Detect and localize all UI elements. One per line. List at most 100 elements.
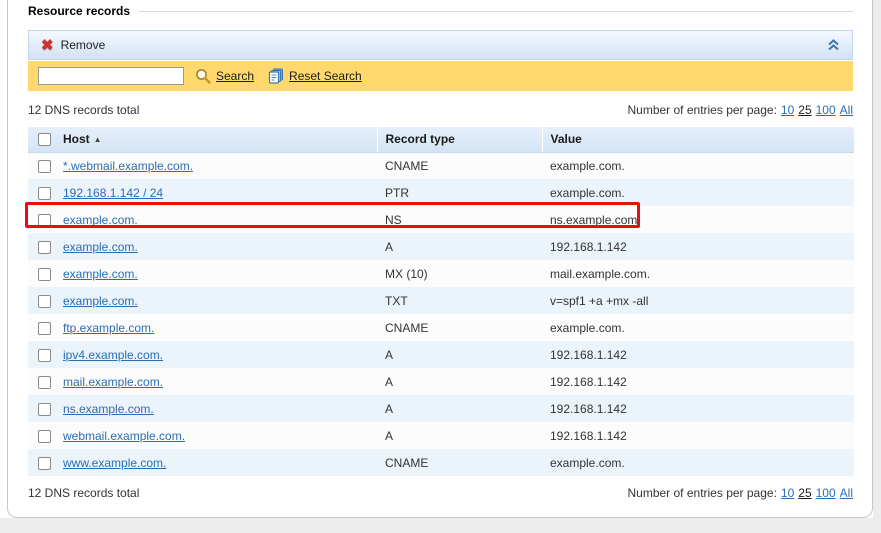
- right-scrollbar-track: [873, 0, 881, 533]
- value-cell: v=spf1 +a +mx -all: [542, 287, 854, 314]
- value-cell: ns.example.com.: [542, 206, 854, 233]
- value-cell: example.com.: [542, 179, 854, 206]
- value-cell: example.com.: [542, 449, 854, 476]
- page-size-option-100[interactable]: 100: [816, 103, 836, 117]
- table-row: ns.example.com. A 192.168.1.142: [28, 395, 854, 422]
- list-meta-top: 12 DNS records total Number of entries p…: [28, 103, 853, 117]
- row-checkbox[interactable]: [38, 214, 51, 227]
- host-cell: example.com.: [60, 260, 377, 287]
- host-link[interactable]: mail.example.com.: [63, 375, 163, 389]
- row-checkbox-cell: [28, 422, 60, 449]
- pagination-top: Number of entries per page: 10 25 100 All: [627, 103, 853, 117]
- row-checkbox[interactable]: [38, 160, 51, 173]
- reset-search-link[interactable]: Reset Search: [268, 68, 362, 84]
- page-size-option-10[interactable]: 10: [781, 103, 794, 117]
- row-checkbox-cell: [28, 314, 60, 341]
- page-size-option-25[interactable]: 25: [798, 103, 811, 117]
- record-type-cell: A: [377, 341, 542, 368]
- select-all-cell: [28, 127, 60, 152]
- table-row: example.com. MX (10) mail.example.com.: [28, 260, 854, 287]
- row-checkbox-cell: [28, 341, 60, 368]
- row-checkbox-cell: [28, 368, 60, 395]
- pagination-options: 10 25 100 All: [777, 103, 853, 117]
- row-checkbox[interactable]: [38, 457, 51, 470]
- table-row: webmail.example.com. A 192.168.1.142: [28, 422, 854, 449]
- row-checkbox-cell: [28, 233, 60, 260]
- host-link[interactable]: example.com.: [63, 267, 138, 281]
- pagination-options: 10 25 100 All: [777, 486, 853, 500]
- table-row: example.com. NS ns.example.com.: [28, 206, 854, 233]
- host-cell: example.com.: [60, 233, 377, 260]
- column-header-record-type[interactable]: Record type: [377, 127, 542, 152]
- page-size-option-10[interactable]: 10: [781, 486, 794, 500]
- row-checkbox[interactable]: [38, 268, 51, 281]
- section-title-row: Resource records: [28, 4, 853, 18]
- table-header-row: Host▲ Record type Value: [28, 127, 854, 152]
- value-cell: mail.example.com.: [542, 260, 854, 287]
- row-checkbox[interactable]: [38, 403, 51, 416]
- record-type-cell: MX (10): [377, 260, 542, 287]
- pagination-bottom: Number of entries per page:1025100All: [627, 486, 853, 500]
- row-checkbox-cell: [28, 449, 60, 476]
- toolbar: ✖ Remove: [28, 30, 853, 60]
- record-type-cell: NS: [377, 206, 542, 233]
- row-checkbox[interactable]: [38, 322, 51, 335]
- row-checkbox[interactable]: [38, 295, 51, 308]
- column-header-value[interactable]: Value: [542, 127, 854, 152]
- value-cell: 192.168.1.142: [542, 422, 854, 449]
- search-link[interactable]: Search: [195, 68, 254, 84]
- row-checkbox-cell: [28, 179, 60, 206]
- table-row: 192.168.1.142 / 24 PTR example.com.: [28, 179, 854, 206]
- page-size-option-100[interactable]: 100: [816, 486, 836, 500]
- remove-button[interactable]: ✖ Remove: [41, 38, 105, 53]
- host-link[interactable]: ftp.example.com.: [63, 321, 154, 335]
- host-link[interactable]: example.com.: [63, 213, 138, 227]
- resource-records-panel: Resource records ✖ Remove: [7, 0, 873, 518]
- page-size-option-25[interactable]: 25: [798, 486, 811, 500]
- host-link[interactable]: ns.example.com.: [63, 402, 154, 416]
- host-link[interactable]: www.example.com.: [63, 456, 166, 470]
- reset-search-link-label: Reset Search: [289, 69, 362, 83]
- row-checkbox[interactable]: [38, 241, 51, 254]
- record-type-cell: CNAME: [377, 152, 542, 179]
- row-checkbox[interactable]: [38, 187, 51, 200]
- list-meta-bottom: 12 DNS records total Number of entries p…: [28, 486, 853, 500]
- search-input[interactable]: [38, 67, 184, 85]
- table-row: ipv4.example.com. A 192.168.1.142: [28, 341, 854, 368]
- record-type-cell: PTR: [377, 179, 542, 206]
- host-cell: mail.example.com.: [60, 368, 377, 395]
- host-link[interactable]: ipv4.example.com.: [63, 348, 163, 362]
- sort-asc-icon: ▲: [94, 135, 102, 144]
- value-cell: 192.168.1.142: [542, 341, 854, 368]
- page-size-option-all[interactable]: All: [840, 103, 853, 117]
- host-link[interactable]: webmail.example.com.: [63, 429, 185, 443]
- host-link[interactable]: 192.168.1.142 / 24: [63, 186, 163, 200]
- table-row: www.example.com. CNAME example.com.: [28, 449, 854, 476]
- row-checkbox[interactable]: [38, 376, 51, 389]
- row-checkbox[interactable]: [38, 349, 51, 362]
- reset-pages-icon: [268, 68, 284, 84]
- row-checkbox-cell: [28, 260, 60, 287]
- host-link[interactable]: example.com.: [63, 240, 138, 254]
- host-cell: ftp.example.com.: [60, 314, 377, 341]
- host-cell: 192.168.1.142 / 24: [60, 179, 377, 206]
- host-cell: ipv4.example.com.: [60, 341, 377, 368]
- row-checkbox-cell: [28, 152, 60, 179]
- value-cell: 192.168.1.142: [542, 233, 854, 260]
- select-all-checkbox[interactable]: [38, 133, 51, 146]
- host-cell: ns.example.com.: [60, 395, 377, 422]
- table-row: *.webmail.example.com. CNAME example.com…: [28, 152, 854, 179]
- table-row: ftp.example.com. CNAME example.com.: [28, 314, 854, 341]
- page-size-option-all[interactable]: All: [840, 486, 853, 500]
- value-cell: example.com.: [542, 314, 854, 341]
- row-checkbox[interactable]: [38, 430, 51, 443]
- page: Resource records ✖ Remove: [0, 0, 881, 533]
- host-cell: webmail.example.com.: [60, 422, 377, 449]
- host-link[interactable]: example.com.: [63, 294, 138, 308]
- pagination-label: Number of entries per page:: [627, 103, 776, 117]
- red-x-icon: ✖: [41, 38, 54, 53]
- collapse-toolbar-button[interactable]: [828, 39, 839, 51]
- column-header-host[interactable]: Host▲: [60, 127, 377, 152]
- table-row: example.com. TXT v=spf1 +a +mx -all: [28, 287, 854, 314]
- host-link[interactable]: *.webmail.example.com.: [63, 159, 193, 173]
